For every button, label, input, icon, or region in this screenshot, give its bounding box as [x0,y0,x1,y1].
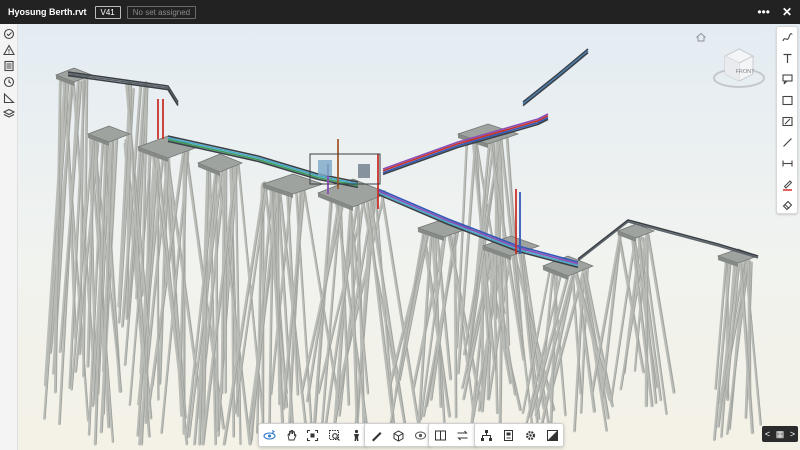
prev-icon[interactable]: < [765,429,770,439]
model-viewport[interactable]: FRONT [18,24,800,450]
section-box-button[interactable] [387,424,409,446]
callout-icon[interactable] [781,73,794,86]
measure-icon[interactable] [3,92,15,104]
view-cube[interactable]: FRONT [712,40,766,90]
equipment-block [318,160,332,176]
section-box-icon [393,429,403,442]
trestle-north [522,48,589,103]
pile [540,272,576,426]
equipment-block [358,164,370,178]
line-icon[interactable] [781,136,794,149]
more-options-icon[interactable]: ••• [757,6,770,18]
pile-group [43,75,762,446]
zoom-window-button[interactable] [324,424,346,446]
measure-tool-icon [371,431,381,441]
settings-toolbar [474,423,564,447]
navigation-toolbar [258,423,368,447]
home-icon[interactable] [696,32,706,42]
trestle-north [522,50,589,105]
header-bar: Hyosung Berth.rvt V41 No set assigned ••… [0,0,800,24]
text-icon[interactable] [781,52,794,65]
dimension-icon[interactable] [781,157,794,170]
view-cube-face-label: FRONT [736,69,756,75]
rectangle-icon[interactable] [781,94,794,107]
fullscreen-button[interactable] [541,424,563,446]
settings-icon [525,430,535,440]
properties-icon [503,429,513,441]
split-view-icon [434,430,446,440]
pile [480,251,485,403]
pile-shade [391,234,425,425]
file-name: Hyosung Berth.rvt [8,7,87,17]
fit-view-icon [307,429,319,441]
pan-icon [287,429,297,440]
zoom-window-icon [329,429,341,441]
sheet-pager: < ▦ > [762,426,798,442]
grid-icon[interactable]: ▦ [776,429,785,440]
header-actions: ••• ✕ [757,0,792,24]
orbit-icon [263,429,276,440]
eraser-icon[interactable] [781,198,794,211]
model-browser-icon [480,429,492,441]
berth-model[interactable] [18,24,800,450]
left-toolbar [0,24,18,450]
pile [364,191,397,436]
pile [224,165,228,394]
issues-icon[interactable] [3,28,15,40]
sheets-icon[interactable] [3,60,15,72]
measure-tool-button[interactable] [365,424,387,446]
compare-button[interactable] [451,424,473,446]
orbit-button[interactable] [259,424,281,446]
split-view-button[interactable] [429,424,451,446]
properties-button[interactable] [497,424,519,446]
pile-shade [366,193,396,435]
freehand-icon[interactable] [781,31,794,44]
fullscreen-icon [546,429,558,441]
history-icon[interactable] [3,76,15,88]
close-icon[interactable]: ✕ [782,6,792,18]
pile [389,233,425,426]
polycloud-icon[interactable] [781,115,794,128]
explode-icon [414,431,426,439]
tools-toolbar [364,423,432,447]
first-person-icon [353,429,359,441]
version-badge[interactable]: V41 [94,5,121,19]
fit-view-button[interactable] [302,424,324,446]
compare-toolbar [428,423,478,447]
pen-color-icon[interactable] [781,178,794,191]
next-icon[interactable]: > [790,429,795,439]
pan-button[interactable] [281,424,303,446]
set-status-badge[interactable]: No set assigned [126,5,197,19]
compare-icon [456,430,468,440]
warning-icon[interactable] [3,44,15,56]
model-browser-button[interactable] [475,424,497,446]
settings-button[interactable] [519,424,541,446]
layers-icon[interactable] [3,108,15,120]
markup-toolbar [776,26,798,214]
trestle-north [522,51,589,107]
